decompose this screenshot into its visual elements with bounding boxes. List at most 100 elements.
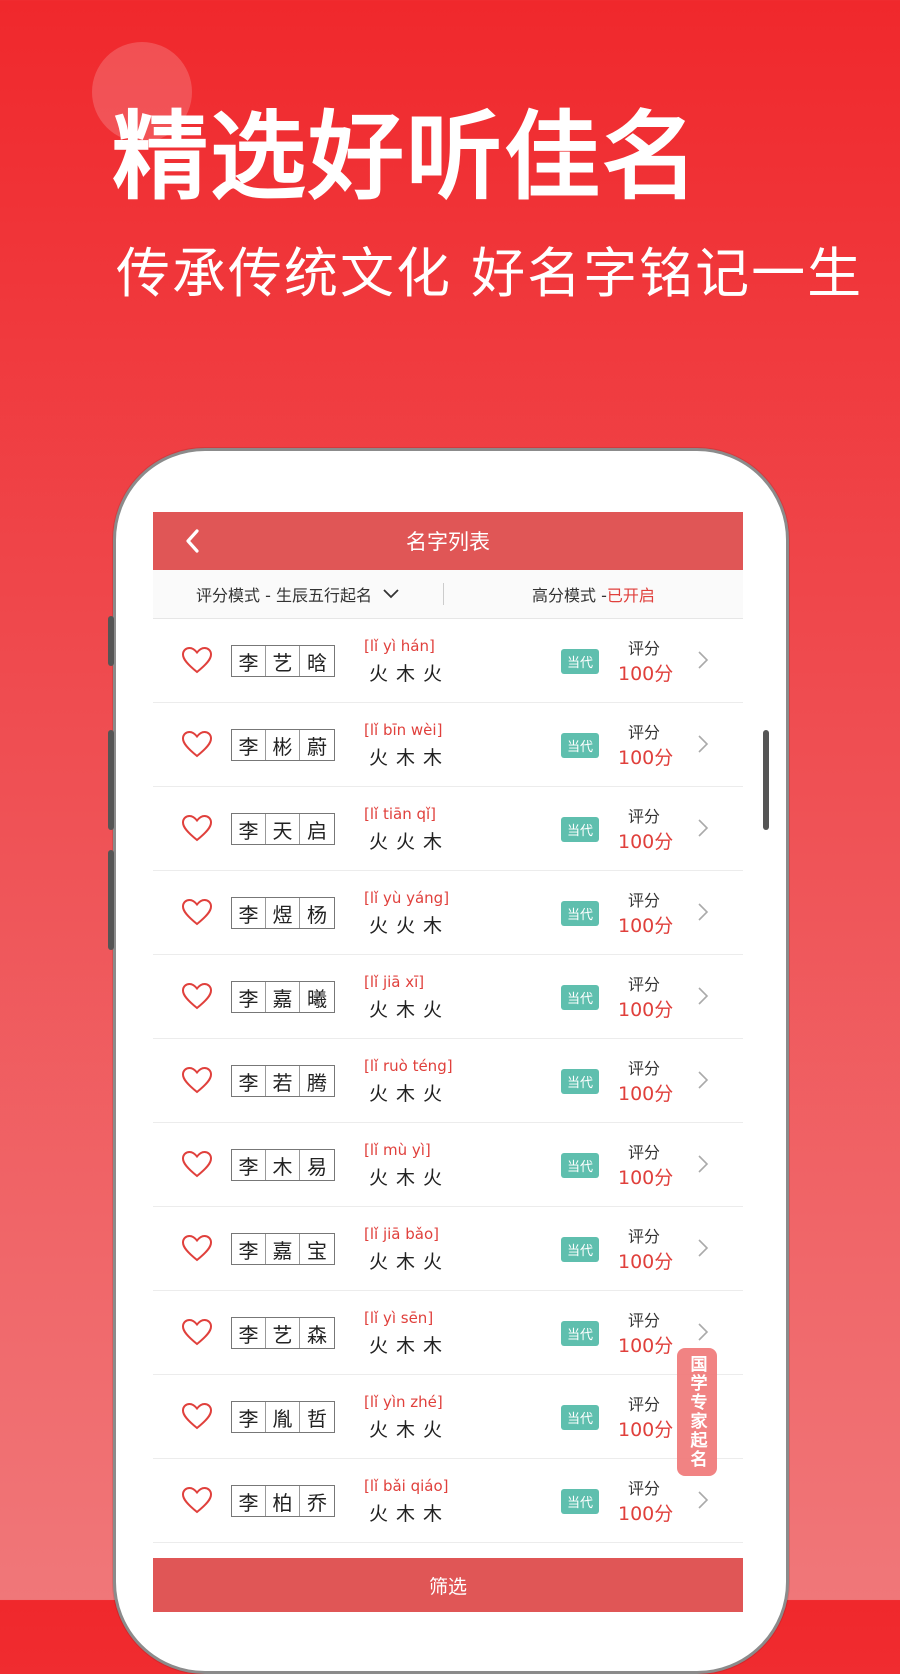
name-char: 李 [232,730,266,760]
heart-icon[interactable] [181,646,213,674]
name-char: 李 [232,1066,266,1096]
high-score-toggle[interactable]: 高分模式 - 已开启 [444,582,743,606]
name-pinyin: [lǐ yìn zhé] [364,1393,443,1411]
name-characters: 李 彬 蔚 [231,729,335,761]
name-char: 蔚 [307,734,327,759]
name-char: 李 [232,1486,266,1516]
name-char: 柏 [266,1486,300,1516]
score-label: 评分 [628,1479,661,1498]
name-char: 乔 [307,1490,327,1515]
high-mode-state: 已开启 [606,586,655,605]
score-value: 100分 [618,663,674,685]
name-row[interactable]: 李 若 腾 [lǐ ruò téng] 火木火 当代 评分 100分 [153,1039,743,1123]
heart-icon[interactable] [181,1234,213,1262]
five-elements: 火木木 [369,747,451,769]
heart-icon[interactable] [181,982,213,1010]
name-row[interactable]: 李 艺 晗 [lǐ yì hán] 火木火 当代 评分 100分 [153,619,743,703]
mode-label: 评分模式 - 生辰五行起名 [196,586,372,605]
score-value: 100分 [618,1419,674,1441]
chevron-down-icon [383,589,399,599]
name-row[interactable]: 李 煜 杨 [lǐ yù yáng] 火火木 当代 评分 100分 [153,871,743,955]
five-elements: 火火木 [369,915,451,937]
hero-subtitle: 传承传统文化 好名字铭记一生 [116,242,864,305]
heart-icon[interactable] [181,814,213,842]
filter-button[interactable]: 筛选 [153,1558,743,1612]
score-value: 100分 [618,1335,674,1357]
chevron-right-icon [698,903,709,921]
name-characters: 李 煜 杨 [231,897,335,929]
name-char: 杨 [307,902,327,927]
score-value: 100分 [618,1503,674,1525]
era-tag: 当代 [561,1069,600,1094]
five-elements: 火木木 [369,1503,451,1525]
chevron-right-icon [698,819,709,837]
heart-icon[interactable] [181,1318,213,1346]
score-label: 评分 [628,639,661,658]
heart-icon[interactable] [181,1402,213,1430]
heart-icon[interactable] [181,730,213,758]
name-pinyin: [lǐ jiā xī] [364,973,425,991]
name-char: 煜 [266,898,300,928]
name-char: 彬 [266,730,300,760]
name-pinyin: [lǐ yì hán] [364,637,435,655]
five-elements: 火木木 [369,1335,451,1357]
name-char: 易 [307,1154,327,1179]
name-row[interactable]: 李 艺 森 [lǐ yì sēn] 火木木 当代 评分 100分 [153,1291,743,1375]
app-bar: 名字列表 [153,512,743,570]
name-char: 宝 [307,1238,327,1263]
chevron-right-icon [698,1491,709,1509]
name-char: 李 [232,1150,266,1180]
score-label: 评分 [628,1311,661,1330]
chevron-right-icon [698,1155,709,1173]
name-row[interactable]: 李 彬 蔚 [lǐ bīn wèi] 火木木 当代 评分 100分 [153,703,743,787]
app-screen: 名字列表 评分模式 - 生辰五行起名 高分模式 - 已开启 李 艺 晗 [lǐ … [153,512,743,1612]
era-tag: 当代 [561,1405,600,1430]
score-label: 评分 [628,1143,661,1162]
five-elements: 火木火 [369,1419,451,1441]
heart-icon[interactable] [181,1066,213,1094]
name-char: 艺 [266,1318,300,1348]
five-elements: 火木火 [369,1251,451,1273]
score-value: 100分 [618,999,674,1021]
five-elements: 火木火 [369,663,451,685]
five-elements: 火木火 [369,1083,451,1105]
expert-naming-badge[interactable]: 国学专家起名 [677,1348,717,1476]
heart-icon[interactable] [181,1150,213,1178]
score-value: 100分 [618,1083,674,1105]
score-value: 100分 [618,1251,674,1273]
heart-icon[interactable] [181,1486,213,1514]
heart-icon[interactable] [181,898,213,926]
name-char: 李 [232,646,266,676]
name-row[interactable]: 李 天 启 [lǐ tiān qǐ] 火火木 当代 评分 100分 [153,787,743,871]
name-row[interactable]: 李 嘉 宝 [lǐ jiā bǎo] 火木火 当代 评分 100分 [153,1207,743,1291]
era-tag: 当代 [561,1237,600,1262]
name-characters: 李 嘉 曦 [231,981,335,1013]
name-pinyin: [lǐ mù yì] [364,1141,431,1159]
score-label: 评分 [628,1059,661,1078]
filter-bar: 评分模式 - 生辰五行起名 高分模式 - 已开启 [153,570,743,619]
era-tag: 当代 [561,817,600,842]
name-row[interactable]: 李 木 易 [lǐ mù yì] 火木火 当代 评分 100分 [153,1123,743,1207]
name-char: 艺 [266,646,300,676]
name-char: 曦 [307,986,327,1011]
name-list: 李 艺 晗 [lǐ yì hán] 火木火 当代 评分 100分 李 彬 蔚 [… [153,619,743,1543]
name-char: 李 [232,1318,266,1348]
name-characters: 李 柏 乔 [231,1485,335,1517]
name-row[interactable]: 李 胤 哲 [lǐ yìn zhé] 火木火 当代 评分 100分 [153,1375,743,1459]
era-tag: 当代 [561,1321,600,1346]
era-tag: 当代 [561,901,600,926]
phone-side-button [108,730,114,830]
name-pinyin: [lǐ bǎi qiáo] [364,1477,449,1495]
mode-dropdown[interactable]: 评分模式 - 生辰五行起名 [153,582,443,606]
name-pinyin: [lǐ yù yáng] [364,889,450,907]
name-row[interactable]: 李 嘉 曦 [lǐ jiā xī] 火木火 当代 评分 100分 [153,955,743,1039]
name-pinyin: [lǐ tiān qǐ] [364,805,437,823]
name-characters: 李 胤 哲 [231,1401,335,1433]
page-title: 名字列表 [406,530,490,554]
name-char: 若 [266,1066,300,1096]
era-tag: 当代 [561,1489,600,1514]
name-row[interactable]: 李 柏 乔 [lǐ bǎi qiáo] 火木木 当代 评分 100分 [153,1459,743,1543]
chevron-left-icon[interactable] [181,527,205,555]
name-char: 李 [232,898,266,928]
phone-side-button [108,616,114,666]
